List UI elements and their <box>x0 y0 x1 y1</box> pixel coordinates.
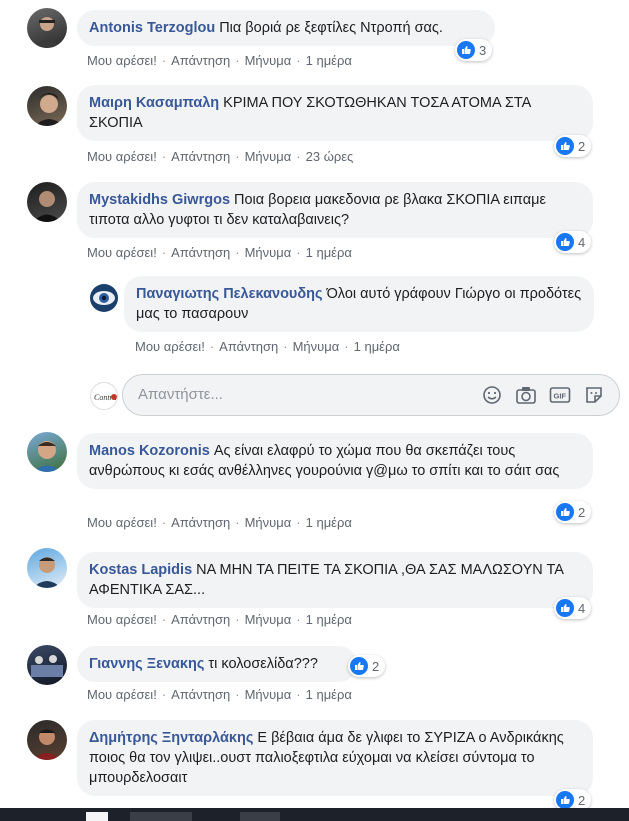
like-icon <box>457 41 475 59</box>
avatar[interactable] <box>27 8 67 48</box>
comment-text: Πια βοριά ρε ξεφτίλες Ντροπή σας. <box>219 20 443 36</box>
reply-button[interactable]: Απάντηση <box>171 687 230 702</box>
reaction-count[interactable]: 3 <box>455 39 493 61</box>
like-button[interactable]: Μου αρέσει! <box>87 245 157 260</box>
profile-photo-icon <box>33 557 61 588</box>
comment-author[interactable]: Antonis Terzoglou <box>89 20 215 36</box>
timestamp[interactable]: 23 ώρες <box>306 149 354 164</box>
message-button[interactable]: Μήνυμα <box>293 339 340 354</box>
comment-actions: Μου αρέσει! · Απάντηση · Μήνυμα · 1 ημέρα <box>87 245 352 260</box>
svg-text:GIF: GIF <box>554 392 567 401</box>
timestamp[interactable]: 1 ημέρα <box>354 339 400 354</box>
like-icon <box>556 233 574 251</box>
avatar[interactable] <box>27 548 67 588</box>
reaction-count[interactable]: 4 <box>554 231 592 253</box>
contra-logo-icon: Contra <box>94 393 117 402</box>
like-icon <box>556 599 574 617</box>
emoji-icon[interactable] <box>481 384 503 406</box>
comment-author[interactable]: Mystakidhs Giwrgos <box>89 192 230 208</box>
taskbar <box>0 808 629 821</box>
reaction-count[interactable]: 4 <box>554 597 592 619</box>
reply-input[interactable]: Απαντήστε... GIF <box>122 374 620 416</box>
like-icon <box>350 657 368 675</box>
gif-icon[interactable]: GIF <box>549 384 571 406</box>
message-button[interactable]: Μήνυμα <box>245 612 292 627</box>
eye-icon <box>93 291 115 305</box>
avatar[interactable] <box>27 645 67 685</box>
camera-icon[interactable] <box>515 384 537 406</box>
profile-photo-icon <box>33 191 61 222</box>
comment-bubble: Γιαννης Ξενακης τι κολοσελίδα??? <box>77 646 357 682</box>
like-icon <box>556 137 574 155</box>
avatar[interactable] <box>90 284 118 312</box>
timestamp[interactable]: 1 ημέρα <box>306 53 352 68</box>
reply-button[interactable]: Απάντηση <box>171 149 230 164</box>
message-button[interactable]: Μήνυμα <box>245 245 292 260</box>
timestamp[interactable]: 1 ημέρα <box>306 245 352 260</box>
comment-actions: Μου αρέσει! · Απάντηση · Μήνυμα · 1 ημέρα <box>87 612 352 627</box>
comment-author[interactable]: Μαιρη Κασαμπαλη <box>89 95 219 111</box>
avatar[interactable] <box>27 720 67 760</box>
reaction-count[interactable]: 2 <box>348 655 386 677</box>
like-button[interactable]: Μου αρέσει! <box>87 149 157 164</box>
reply-button[interactable]: Απάντηση <box>171 612 230 627</box>
sticker-icon[interactable] <box>583 384 605 406</box>
reply-placeholder: Απαντήστε... <box>138 386 223 403</box>
avatar[interactable] <box>27 182 67 222</box>
profile-photo-icon <box>33 441 61 472</box>
comment-bubble: Kostas Lapidis ΝΑ ΜΗΝ ΤΑ ΠΕΙΤΕ ΤΑ ΣΚΟΠΙΑ … <box>77 552 593 608</box>
message-button[interactable]: Μήνυμα <box>245 515 292 530</box>
comment-author[interactable]: Manos Kozoronis <box>89 443 210 459</box>
comment-author[interactable]: Γιαννης Ξενακης <box>89 656 204 672</box>
profile-photo-icon <box>33 729 61 760</box>
comment-text: τι κολοσελίδα??? <box>208 656 318 672</box>
timestamp[interactable]: 1 ημέρα <box>306 515 352 530</box>
profile-photo-icon <box>33 17 61 48</box>
reply-button[interactable]: Απάντηση <box>171 245 230 260</box>
comment-author[interactable]: Παναγιωτης Πελεκανουδης <box>136 286 323 302</box>
timestamp[interactable]: 1 ημέρα <box>306 612 352 627</box>
comment-bubble: Δημήτρης Ξηνταρλάκης Ε βέβαια άμα δε γλιφ… <box>77 720 593 796</box>
avatar[interactable] <box>27 86 67 126</box>
comment-bubble: Μαιρη Κασαμπαλη ΚΡΙΜΑ ΠΟΥ ΣΚΟΤΩΘΗΚΑΝ ΤΟΣΑ… <box>77 85 593 141</box>
like-button[interactable]: Μου αρέσει! <box>135 339 205 354</box>
like-icon <box>556 791 574 809</box>
comment-actions: Μου αρέσει! · Απάντηση · Μήνυμα · 23 ώρες <box>87 149 354 164</box>
comment-bubble: Mystakidhs Giwrgos Ποια βορεια μακεδονια … <box>77 182 593 238</box>
comment-bubble: Παναγιωτης Πελεκανουδης Όλοι αυτό γράφουν… <box>124 276 594 332</box>
timestamp[interactable]: 1 ημέρα <box>306 687 352 702</box>
profile-photo-icon <box>31 655 63 677</box>
like-button[interactable]: Μου αρέσει! <box>87 687 157 702</box>
message-button[interactable]: Μήνυμα <box>245 687 292 702</box>
profile-photo-icon <box>35 93 63 126</box>
taskbar-item[interactable] <box>240 812 280 821</box>
like-button[interactable]: Μου αρέσει! <box>87 515 157 530</box>
reply-button[interactable]: Απάντηση <box>171 515 230 530</box>
comment-actions: Μου αρέσει! · Απάντηση · Μήνυμα · 1 ημέρα <box>87 53 352 68</box>
reaction-count[interactable]: 2 <box>554 501 592 523</box>
reaction-count[interactable]: 2 <box>554 135 592 157</box>
taskbar-item[interactable] <box>130 812 192 821</box>
comment-bubble: Antonis Terzoglou Πια βοριά ρε ξεφτίλες Ν… <box>77 10 495 46</box>
like-button[interactable]: Μου αρέσει! <box>87 53 157 68</box>
page-avatar: Contra <box>90 382 118 410</box>
avatar[interactable] <box>27 432 67 472</box>
comment-actions: Μου αρέσει! · Απάντηση · Μήνυμα · 1 ημέρα <box>87 687 352 702</box>
message-button[interactable]: Μήνυμα <box>245 53 292 68</box>
taskbar-item[interactable] <box>86 812 108 821</box>
comment-actions: Μου αρέσει! · Απάντηση · Μήνυμα · 1 ημέρα <box>135 339 400 354</box>
reply-button[interactable]: Απάντηση <box>219 339 278 354</box>
comment-actions: Μου αρέσει! · Απάντηση · Μήνυμα · 1 ημέρα <box>87 515 352 530</box>
comment-author[interactable]: Δημήτρης Ξηνταρλάκης <box>89 730 253 746</box>
like-button[interactable]: Μου αρέσει! <box>87 612 157 627</box>
comment-bubble: Manos Kozoronis Ας είναι ελαφρύ το χώμα π… <box>77 433 593 489</box>
reply-button[interactable]: Απάντηση <box>171 53 230 68</box>
like-icon <box>556 503 574 521</box>
comment-author[interactable]: Kostas Lapidis <box>89 562 192 578</box>
message-button[interactable]: Μήνυμα <box>245 149 292 164</box>
